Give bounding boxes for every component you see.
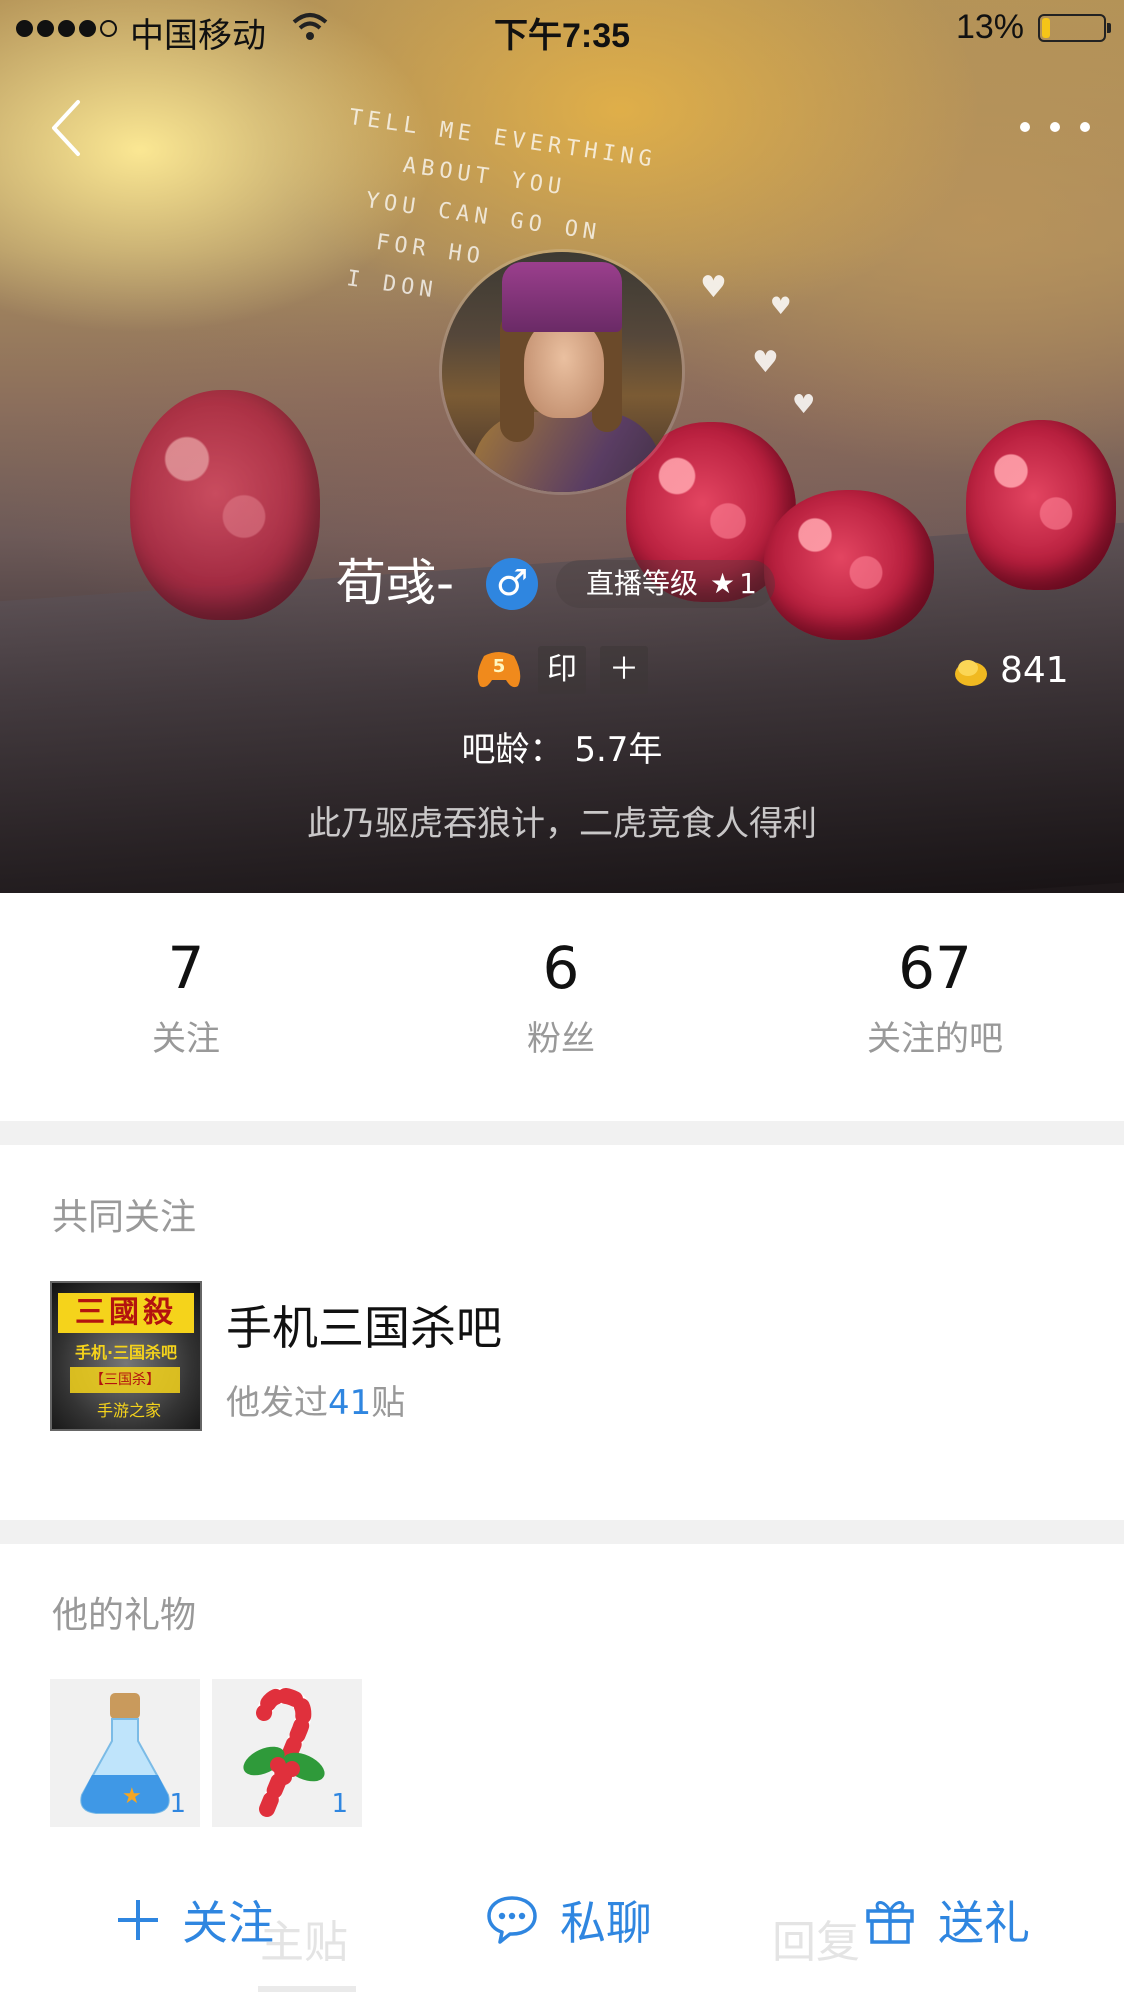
forum-post-suffix: 贴 bbox=[371, 1383, 406, 1423]
send-gift-button[interactable]: 送礼 bbox=[864, 1888, 1030, 1952]
heart-decoration: ♥ bbox=[752, 345, 779, 380]
gift-box-icon bbox=[866, 1901, 914, 1944]
badge-row: 5 印 ＋ 841 bbox=[0, 644, 1124, 700]
game-badge-number: 5 bbox=[493, 656, 506, 677]
send-gift-label: 送礼 bbox=[938, 1896, 1030, 1950]
heart-decoration: ♥ bbox=[770, 292, 792, 320]
profile-header: TELL ME EVERTHING ABOUT YOU YOU CAN GO O… bbox=[0, 0, 1124, 893]
forum-name[interactable]: 手机三国杀吧 bbox=[226, 1292, 502, 1358]
heart-decoration: ♥ bbox=[700, 270, 727, 305]
star-icon: ★ bbox=[710, 567, 736, 600]
stats-row: 7 关注 6 粉丝 67 关注的吧 bbox=[0, 893, 1124, 1121]
section-divider bbox=[0, 1520, 1124, 1544]
username: 荀彧- bbox=[336, 554, 455, 612]
stat-value: 67 bbox=[898, 934, 972, 1002]
coin-count[interactable]: 841 bbox=[1000, 644, 1069, 698]
stat-label: 关注的吧 bbox=[867, 1019, 1003, 1059]
gift-item[interactable]: 1 bbox=[212, 1679, 362, 1827]
forum-post-prefix: 他发过 bbox=[226, 1383, 328, 1423]
stat-label: 粉丝 bbox=[527, 1019, 595, 1059]
gifts-title: 他的礼物 bbox=[52, 1595, 197, 1636]
live-level-value: 1 bbox=[739, 567, 757, 600]
private-chat-button[interactable]: 私聊 bbox=[486, 1888, 652, 1952]
tab-underline bbox=[258, 1986, 356, 1992]
status-bar: 中国移动 下午7:35 13% bbox=[0, 0, 1124, 60]
chat-bubble-icon bbox=[487, 1896, 537, 1944]
common-follow-title: 共同关注 bbox=[52, 1197, 197, 1238]
battery-percent: 13% bbox=[955, 8, 1024, 46]
seal-badge[interactable]: 印 bbox=[538, 646, 586, 694]
battery-level bbox=[1042, 18, 1050, 38]
section-divider bbox=[0, 1121, 1124, 1145]
ba-age: 吧龄： 5.7年 bbox=[461, 730, 663, 770]
male-gender-icon: ♂ bbox=[486, 558, 538, 610]
gift-item[interactable]: ★ 1 bbox=[50, 1679, 200, 1827]
stat-value: 6 bbox=[542, 934, 580, 1002]
coin-icon bbox=[955, 660, 987, 686]
stat-label: 关注 bbox=[152, 1019, 220, 1059]
more-dots-icon[interactable] bbox=[1020, 112, 1090, 142]
private-chat-label: 私聊 bbox=[560, 1896, 652, 1950]
tab-replies[interactable]: 回复 bbox=[772, 1906, 860, 1970]
follow-label: 关注 bbox=[182, 1896, 274, 1950]
signature: 此乃驱虎吞狼计，二虎竞食人得利 bbox=[307, 804, 817, 844]
live-level-label: 直播等级 bbox=[586, 567, 699, 600]
gift-count: 1 bbox=[169, 1789, 186, 1819]
avatar[interactable] bbox=[442, 252, 682, 492]
stat-following[interactable]: 7 关注 bbox=[36, 933, 336, 1060]
gift-count: 1 bbox=[331, 1789, 348, 1819]
add-badge-button[interactable]: ＋ bbox=[600, 646, 648, 694]
stat-followed-forums[interactable]: 67 关注的吧 bbox=[785, 933, 1085, 1060]
live-level-badge[interactable]: 直播等级 ★ 1 bbox=[556, 560, 775, 608]
forum-thumbnail-text: 三國殺 bbox=[58, 1293, 194, 1333]
plus-icon bbox=[118, 1900, 158, 1940]
forum-thumbnail-text: 手机·三国杀吧 bbox=[74, 1343, 178, 1362]
stat-fans[interactable]: 6 粉丝 bbox=[411, 933, 711, 1060]
forum-thumbnail-text: 手游之家 bbox=[96, 1401, 161, 1420]
gamepad-badge-icon[interactable]: 5 bbox=[474, 648, 524, 690]
svg-text:★: ★ bbox=[122, 1784, 142, 1809]
forum-post-count: 他发过41贴 bbox=[226, 1375, 405, 1424]
back-icon[interactable] bbox=[46, 98, 86, 158]
follow-button[interactable]: 关注 bbox=[116, 1888, 274, 1952]
battery-icon bbox=[1038, 14, 1111, 42]
heart-decoration: ♥ bbox=[792, 390, 816, 420]
forum-thumbnail-text: 【三国杀】 bbox=[70, 1367, 180, 1393]
forum-post-number: 41 bbox=[328, 1383, 372, 1423]
name-row: 荀彧- ♂ 直播等级 ★ 1 bbox=[0, 548, 1124, 618]
forum-thumbnail[interactable]: 三國殺 手机·三国杀吧 【三国杀】 手游之家 bbox=[50, 1281, 202, 1431]
stat-value: 7 bbox=[167, 934, 205, 1002]
